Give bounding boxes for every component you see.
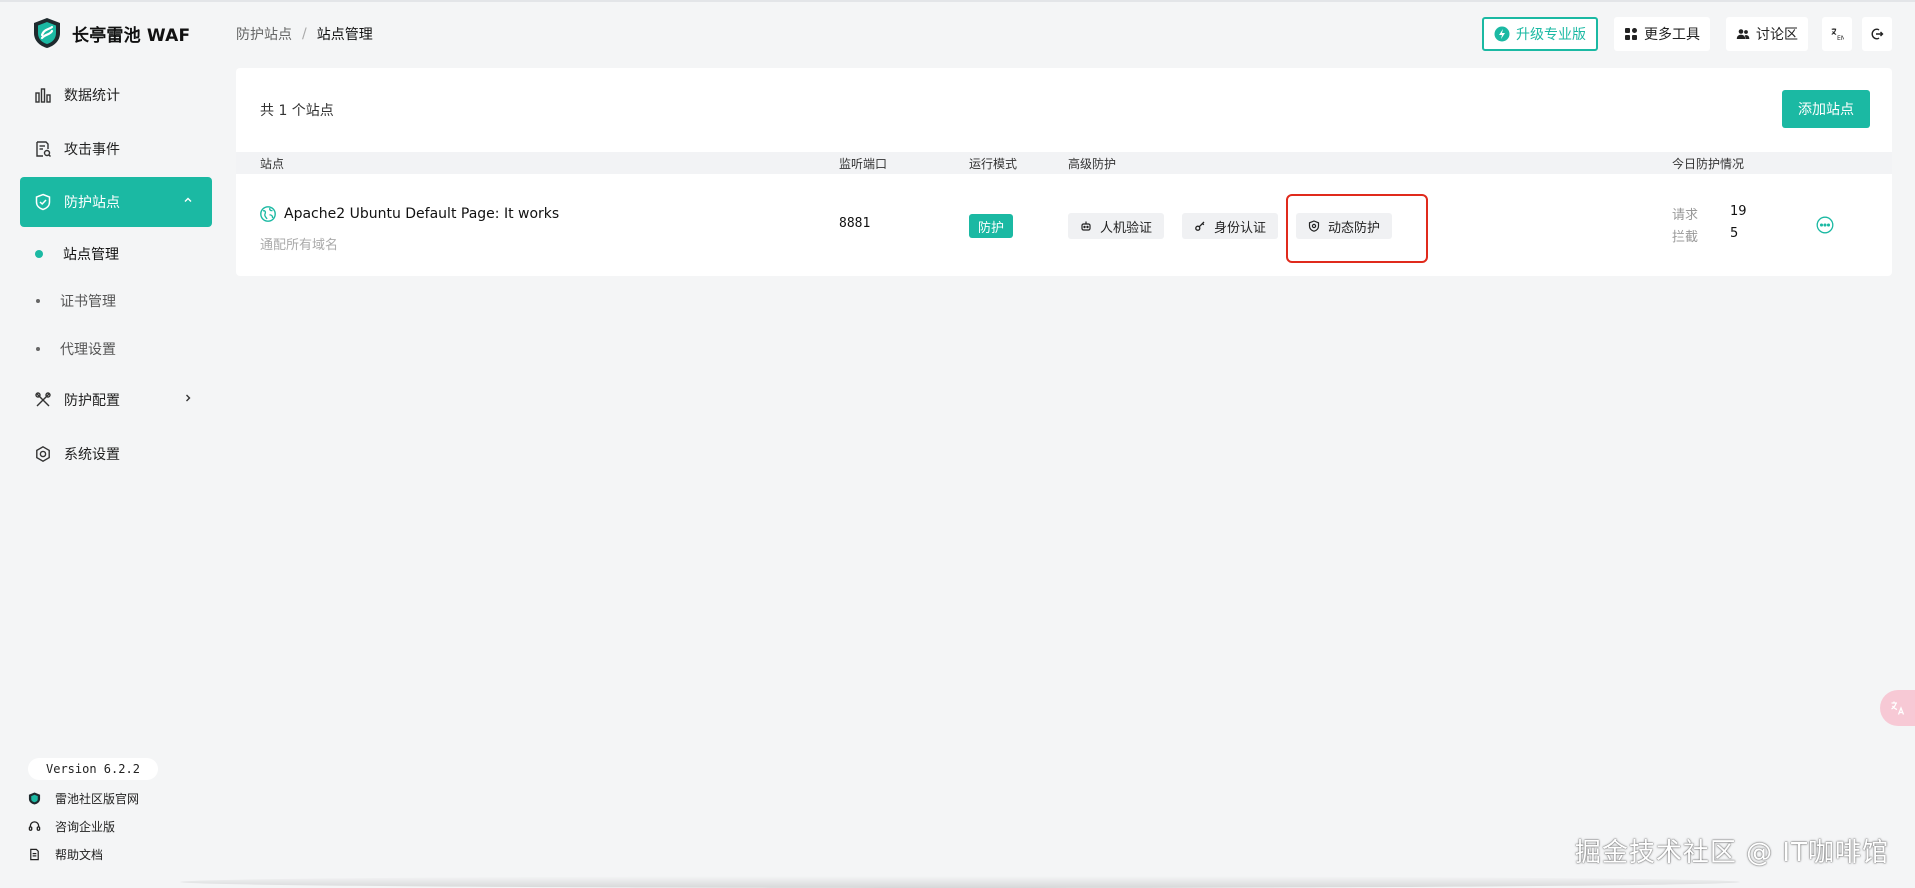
protection-label: 身份认证 bbox=[1214, 220, 1267, 236]
upgrade-pro-label: 升级专业版 bbox=[1516, 27, 1586, 43]
version-badge: Version 6.2.2 bbox=[28, 758, 158, 780]
language-toggle-button[interactable]: EN bbox=[1822, 17, 1852, 51]
stat-blocked-value: 5 bbox=[1730, 226, 1739, 241]
document-search-icon bbox=[36, 141, 51, 157]
lightning-badge-icon bbox=[1494, 26, 1510, 42]
sidebar-item-label: 数据统计 bbox=[64, 88, 120, 104]
community-site-link[interactable]: 雷池社区版官网 bbox=[28, 788, 139, 808]
gear-icon bbox=[36, 445, 50, 463]
translate-floating-button[interactable] bbox=[1880, 690, 1915, 726]
sidebar-item-statistics[interactable]: 数据统计 bbox=[20, 70, 212, 120]
headset-icon bbox=[28, 820, 41, 831]
logout-button[interactable] bbox=[1862, 17, 1892, 51]
sidebar-subitem-proxy-settings[interactable]: 代理设置 bbox=[36, 334, 116, 364]
robot-icon bbox=[1081, 221, 1091, 231]
more-options-icon[interactable] bbox=[1816, 216, 1834, 234]
column-site: 站点 bbox=[260, 157, 285, 171]
protection-label: 人机验证 bbox=[1100, 220, 1153, 236]
shield-icon bbox=[35, 193, 51, 211]
svg-text:EN: EN bbox=[1837, 35, 1844, 41]
sidebar-subitem-certificate-management[interactable]: 证书管理 bbox=[36, 286, 116, 316]
active-dot bbox=[35, 250, 43, 258]
sidebar-subitem-label: 代理设置 bbox=[60, 342, 116, 358]
sidebar-item-label: 防护站点 bbox=[64, 195, 120, 211]
sidebar-item-label: 系统设置 bbox=[64, 447, 120, 463]
sidebar-subitem-label: 证书管理 bbox=[60, 294, 116, 310]
key-icon bbox=[1195, 221, 1205, 231]
sidebar-subitem-label: 站点管理 bbox=[63, 247, 119, 263]
sidebar-item-protection-config[interactable]: 防护配置 bbox=[20, 375, 212, 425]
sites-card-header: 共 1 个站点 添加站点 bbox=[236, 68, 1892, 152]
bullet-dot bbox=[36, 347, 40, 351]
chevron-right-icon bbox=[186, 394, 191, 402]
stat-requests-label: 请求 bbox=[1672, 208, 1699, 223]
sidebar-item-label: 攻击事件 bbox=[64, 142, 120, 158]
sidebar-subitem-site-management[interactable]: 站点管理 bbox=[35, 239, 119, 269]
breadcrumb: 防护站点 / 站点管理 bbox=[236, 24, 373, 44]
run-mode-badge: 防护 bbox=[969, 214, 1014, 238]
column-mode: 运行模式 bbox=[969, 157, 1018, 171]
discussion-label: 讨论区 bbox=[1756, 27, 1798, 43]
sidebar-item-protected-sites[interactable]: 防护站点 bbox=[20, 177, 212, 227]
stat-requests-value: 19 bbox=[1730, 204, 1747, 219]
site-name[interactable]: Apache2 Ubuntu Default Page: It works bbox=[260, 206, 559, 222]
apps-grid-icon bbox=[1625, 28, 1637, 40]
table-row[interactable]: Apache2 Ubuntu Default Page: It works 通配… bbox=[236, 174, 1892, 276]
captcha-protection-tag[interactable]: 人机验证 bbox=[1068, 213, 1165, 239]
chevron-up-icon bbox=[184, 197, 192, 202]
bottom-shadow bbox=[180, 876, 1740, 888]
highlight-box bbox=[1286, 194, 1428, 263]
bullet-dot bbox=[36, 299, 40, 303]
add-site-button[interactable]: 添加站点 bbox=[1782, 90, 1870, 128]
top-border bbox=[0, 0, 1915, 2]
column-today: 今日防护情况 bbox=[1672, 157, 1745, 171]
site-count: 共 1 个站点 bbox=[260, 103, 334, 119]
column-advanced: 高级防护 bbox=[1068, 157, 1117, 171]
brand-name: 长亭雷池 WAF bbox=[72, 25, 191, 46]
sidebar-item-attack-events[interactable]: 攻击事件 bbox=[20, 124, 212, 174]
breadcrumb-separator: / bbox=[302, 26, 307, 42]
sidebar-item-label: 防护配置 bbox=[64, 393, 120, 409]
auth-protection-tag[interactable]: 身份认证 bbox=[1182, 213, 1279, 239]
footer-link-label: 雷池社区版官网 bbox=[55, 791, 140, 806]
discussion-button[interactable]: 讨论区 bbox=[1726, 17, 1808, 51]
breadcrumb-current: 站点管理 bbox=[316, 27, 373, 43]
site-name-label: Apache2 Ubuntu Default Page: It works bbox=[284, 206, 560, 222]
logout-icon bbox=[1871, 28, 1884, 40]
footer-link-label: 咨询企业版 bbox=[55, 819, 116, 834]
footer-link-label: 帮助文档 bbox=[55, 847, 104, 862]
translate-icon bbox=[1891, 701, 1905, 715]
globe-icon bbox=[260, 206, 276, 222]
more-tools-label: 更多工具 bbox=[1644, 27, 1700, 43]
enterprise-consult-link[interactable]: 咨询企业版 bbox=[28, 816, 115, 836]
document-icon bbox=[30, 848, 39, 860]
bar-chart-icon bbox=[35, 88, 51, 103]
site-domain: 通配所有域名 bbox=[260, 238, 339, 253]
users-icon bbox=[1736, 29, 1750, 39]
column-port: 监听端口 bbox=[839, 157, 888, 171]
more-tools-button[interactable]: 更多工具 bbox=[1614, 17, 1710, 51]
safeline-logo-icon bbox=[34, 18, 60, 48]
stat-blocked-label: 拦截 bbox=[1672, 230, 1699, 245]
language-switch-icon: EN bbox=[1831, 28, 1844, 41]
upgrade-pro-button[interactable]: 升级专业版 bbox=[1482, 17, 1598, 51]
watermark: 掘金技术社区 @ IT咖啡馆 bbox=[1574, 838, 1889, 868]
sidebar: 长亭雷池 WAF 数据统计 攻击事件 防护站点 站点管理 证书管理 代理设置 防… bbox=[0, 0, 232, 888]
help-docs-link[interactable]: 帮助文档 bbox=[28, 844, 103, 864]
breadcrumb-parent[interactable]: 防护站点 bbox=[236, 24, 292, 44]
sidebar-item-system-settings[interactable]: 系统设置 bbox=[20, 429, 212, 479]
sites-table-header: 站点 监听端口 运行模式 高级防护 今日防护情况 bbox=[236, 152, 1892, 174]
safeline-logo-icon bbox=[28, 791, 41, 805]
brand[interactable]: 长亭雷池 WAF bbox=[32, 16, 190, 50]
tools-icon bbox=[35, 392, 51, 407]
listen-port: 8881 bbox=[839, 216, 871, 231]
